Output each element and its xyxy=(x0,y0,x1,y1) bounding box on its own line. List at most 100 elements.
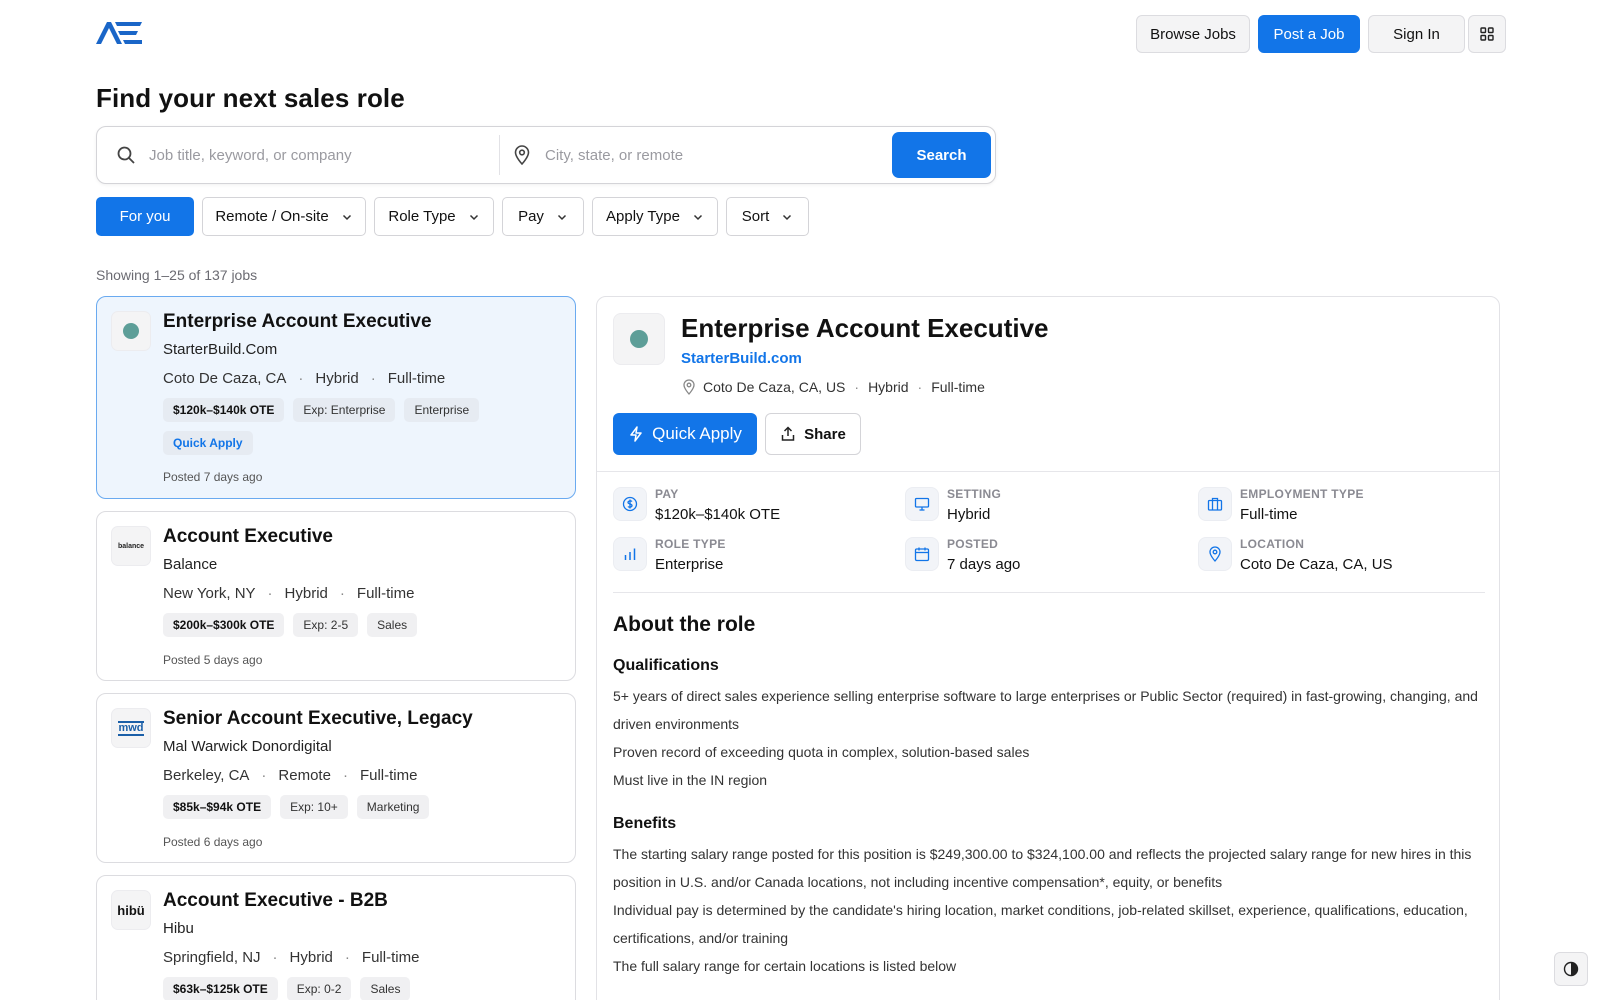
quick-apply-tag: Quick Apply xyxy=(163,431,253,455)
stat-label: LOCATION xyxy=(1240,537,1305,551)
lightning-icon xyxy=(628,426,644,442)
job-title: Senior Account Executive, Legacy xyxy=(163,708,473,729)
filter-role-type[interactable]: Role Type xyxy=(374,197,494,236)
search-divider xyxy=(499,135,500,175)
search-button[interactable]: Search xyxy=(892,132,991,178)
experience-tag: Exp: Enterprise xyxy=(293,398,396,422)
about-heading: About the role xyxy=(613,613,756,636)
job-location: Coto De Caza, CA xyxy=(163,370,287,387)
job-card[interactable]: mwd Senior Account Executive, Legacy Mal… xyxy=(96,693,576,863)
benefits-heading: Benefits xyxy=(613,815,677,832)
job-card[interactable]: Enterprise Account Executive StarterBuil… xyxy=(96,296,576,499)
chevron-down-icon xyxy=(341,211,353,223)
qualification-item: 5+ years of direct sales experience sell… xyxy=(613,688,1478,732)
company-name: StarterBuild.Com xyxy=(163,341,278,358)
company-name: Hibu xyxy=(163,920,194,937)
stat-pay: PAY $120k–$140k OTE xyxy=(613,487,780,523)
benefit-item: The full salary range for certain locati… xyxy=(613,958,957,974)
keyword-field xyxy=(115,127,479,183)
keyword-input[interactable] xyxy=(149,146,479,164)
share-label: Share xyxy=(804,425,846,443)
job-card[interactable]: balance Account Executive Balance New Yo… xyxy=(96,511,576,681)
job-employment: Full-time xyxy=(359,767,418,784)
contrast-icon[interactable] xyxy=(1554,952,1588,986)
job-title: Account Executive xyxy=(163,526,333,547)
filter-pay[interactable]: Pay xyxy=(502,197,584,236)
category-tag: Sales xyxy=(360,977,411,1000)
filter-label: Sort xyxy=(741,208,770,225)
filter-label: Pay xyxy=(518,208,544,225)
detail-employment: Full-time xyxy=(931,379,985,395)
post-job-button[interactable]: Post a Job xyxy=(1258,15,1360,53)
company-logo: balance xyxy=(111,526,151,566)
detail-location: Coto De Caza, CA, US xyxy=(703,379,846,395)
stat-value: $120k–$140k OTE xyxy=(655,506,781,523)
stat-label: EMPLOYMENT TYPE xyxy=(1240,487,1364,501)
job-tags: $120k–$140k OTE Exp: Enterprise Enterpri… xyxy=(163,398,480,422)
filter-sort[interactable]: Sort xyxy=(726,197,809,236)
benefit-item: Individual pay is determined by the cand… xyxy=(613,902,1468,946)
company-logo: mwd xyxy=(111,708,151,748)
job-meta: Berkeley, CA · Remote · Full-time xyxy=(163,767,418,784)
stat-location: LOCATION Coto De Caza, CA, US xyxy=(1198,537,1393,573)
briefcase-icon xyxy=(1198,487,1232,521)
job-location: Berkeley, CA xyxy=(163,767,250,784)
experience-tag: Exp: 10+ xyxy=(280,795,348,819)
job-employment: Full-time xyxy=(361,949,420,966)
experience-tag: Exp: 2-5 xyxy=(293,613,359,637)
filter-for-you[interactable]: For you xyxy=(96,197,194,236)
detail-title: Enterprise Account Executive xyxy=(681,313,1049,343)
job-tags: $85k–$94k OTE Exp: 10+ Marketing xyxy=(163,795,430,819)
location-input[interactable] xyxy=(545,146,875,164)
dollar-icon xyxy=(613,487,647,521)
quick-apply-label: Quick Apply xyxy=(652,424,742,443)
pay-tag: $200k–$300k OTE xyxy=(163,613,285,637)
job-meta: Springfield, NJ · Hybrid · Full-time xyxy=(163,949,420,966)
pay-tag: $63k–$125k OTE xyxy=(163,977,278,1000)
quick-apply-button[interactable]: Quick Apply xyxy=(613,413,757,455)
job-employment: Full-time xyxy=(387,370,446,387)
job-title: Enterprise Account Executive xyxy=(163,311,432,332)
stat-value: Full-time xyxy=(1240,506,1298,523)
chevron-down-icon xyxy=(781,211,793,223)
detail-meta: Coto De Caza, CA, US · Hybrid · Full-time xyxy=(681,379,985,395)
stat-employment: EMPLOYMENT TYPE Full-time xyxy=(1198,487,1364,523)
stat-label: POSTED xyxy=(947,537,999,551)
stat-value: 7 days ago xyxy=(947,556,1021,573)
job-card[interactable]: hibü Account Executive - B2B Hibu Spring… xyxy=(96,875,576,1000)
stat-label: PAY xyxy=(655,487,679,501)
results-count: Showing 1–25 of 137 jobs xyxy=(96,267,258,283)
chevron-down-icon xyxy=(468,211,480,223)
detail-setting: Hybrid xyxy=(868,379,909,395)
browse-jobs-button[interactable]: Browse Jobs xyxy=(1136,15,1250,53)
job-setting: Hybrid xyxy=(315,370,359,387)
grid-icon[interactable] xyxy=(1468,15,1506,53)
divider xyxy=(597,471,1499,472)
stat-label: ROLE TYPE xyxy=(655,537,726,551)
share-button[interactable]: Share xyxy=(765,413,861,455)
stat-value: Coto De Caza, CA, US xyxy=(1240,556,1393,573)
job-location: Springfield, NJ xyxy=(163,949,261,966)
filter-apply-type[interactable]: Apply Type xyxy=(592,197,718,236)
divider xyxy=(613,592,1485,593)
qualification-item: Proven record of exceeding quota in comp… xyxy=(613,744,1030,760)
benefit-item: The starting salary range posted for thi… xyxy=(613,846,1472,890)
sign-in-button[interactable]: Sign In xyxy=(1368,15,1465,53)
detail-company-link[interactable]: StarterBuild.com xyxy=(681,350,802,367)
filter-remote-onsite[interactable]: Remote / On-site xyxy=(202,197,366,236)
category-tag: Marketing xyxy=(356,795,430,819)
job-meta: New York, NY · Hybrid · Full-time xyxy=(163,585,415,602)
bar-chart-icon xyxy=(613,537,647,571)
filter-label: Apply Type xyxy=(606,208,680,225)
category-tag: Enterprise xyxy=(404,398,480,422)
search-icon xyxy=(115,144,137,166)
job-detail-panel: Enterprise Account Executive StarterBuil… xyxy=(596,296,1500,1000)
company-logo xyxy=(613,313,665,365)
job-setting: Remote xyxy=(278,767,331,784)
monitor-icon xyxy=(905,487,939,521)
pay-tag: $120k–$140k OTE xyxy=(163,398,285,422)
company-name: Balance xyxy=(163,556,218,573)
logo[interactable] xyxy=(96,20,144,46)
stat-label: SETTING xyxy=(947,487,1002,501)
page-title: Find your next sales role xyxy=(96,83,405,113)
